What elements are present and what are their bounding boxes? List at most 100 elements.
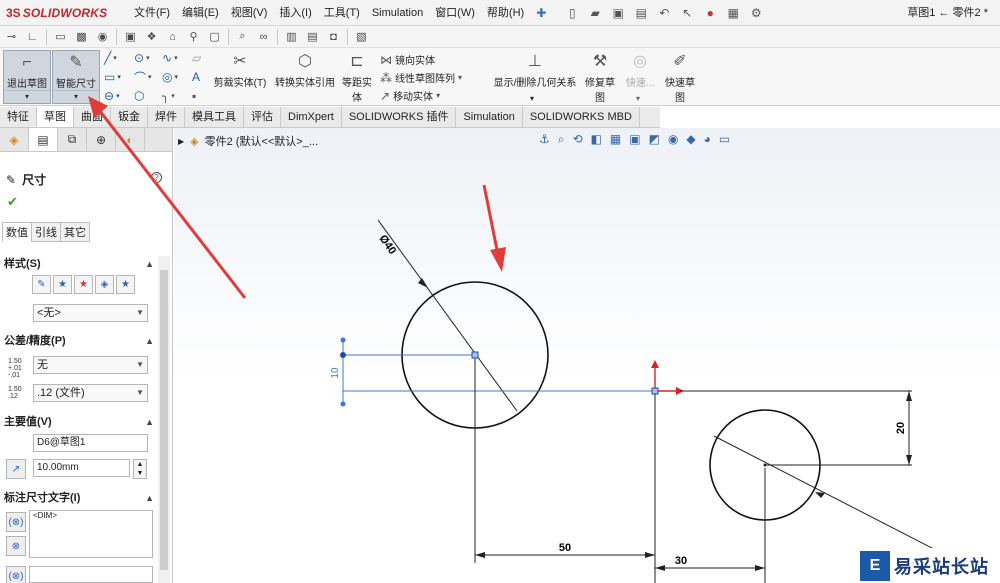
exit-sketch-button[interactable]: ⌐ 退出草图 ▾ xyxy=(3,50,51,104)
circle-tool[interactable]: ⊙ ▾ xyxy=(134,51,152,65)
convert-entities-button[interactable]: ⬡ 转换实体引用 xyxy=(272,50,338,104)
smart-dimension-button[interactable]: ✎ 智能尺寸 ▾ xyxy=(52,50,100,104)
arc-tool[interactable]: ⌒ ▾ xyxy=(134,70,152,85)
subtab-value[interactable]: 数值 xyxy=(2,222,32,242)
property-manager-tab-icon[interactable]: ▤ xyxy=(29,128,58,151)
reverse-direction-icon[interactable]: ↗ xyxy=(6,459,26,479)
menu-simulation[interactable]: Simulation xyxy=(366,0,429,26)
load-style-icon[interactable]: ★ xyxy=(116,275,135,294)
dimension-text-group-header[interactable]: 标注尺寸文字(I) ▲ xyxy=(0,490,158,506)
primary-value-group-header[interactable]: 主要值(V) ▲ xyxy=(0,414,158,430)
text-position-icon[interactable]: (⊗) xyxy=(6,512,26,532)
trim-entities-button[interactable]: ✂ 剪裁实体(T) xyxy=(213,50,267,104)
polygon-tool[interactable]: ⬡ xyxy=(134,89,152,103)
display-manager-tab-icon[interactable]: ◐ xyxy=(116,128,145,151)
plane-tool[interactable]: ▱ xyxy=(192,51,201,65)
fillet-tool[interactable]: ╮ ▾ xyxy=(162,89,178,103)
menu-help[interactable]: 帮助(H) xyxy=(481,0,530,26)
apply-default-style-icon[interactable]: ✎ xyxy=(32,275,51,294)
appearance-icon[interactable]: ◉ xyxy=(95,29,110,44)
dim-handle-top[interactable] xyxy=(340,352,346,358)
sketch-canvas[interactable]: Ø40 10 50 20 30 xyxy=(174,128,1000,583)
tab-simulation[interactable]: Simulation xyxy=(456,107,523,127)
undo-icon[interactable]: ↶ xyxy=(656,5,672,21)
menu-window[interactable]: 窗口(W) xyxy=(429,0,481,26)
tab-weldments[interactable]: 焊件 xyxy=(148,107,185,127)
dimxpert-manager-tab-icon[interactable]: ⊕ xyxy=(87,128,116,151)
menu-file[interactable]: 文件(F) xyxy=(128,0,176,26)
add-style-icon[interactable]: ★ xyxy=(53,275,72,294)
tab-sheet-metal[interactable]: 钣金 xyxy=(111,107,148,127)
tab-sketch[interactable]: 草图 xyxy=(37,107,74,127)
spreadsheet-icon[interactable]: ▥ xyxy=(284,29,299,44)
precision-select[interactable]: .12 (文件) ▼ xyxy=(33,384,148,402)
tolerance-group-header[interactable]: 公差/精度(P) ▲ xyxy=(0,333,158,349)
hat-icon[interactable]: ⌂ xyxy=(165,29,180,44)
diameter-dimension-text[interactable]: Ø40 xyxy=(377,233,399,257)
dim-handle-upper[interactable] xyxy=(340,337,346,343)
file-properties-icon[interactable]: ▦ xyxy=(725,5,741,21)
move-entities-button[interactable]: ↗ 移动实体 ▾ xyxy=(380,88,440,104)
property-manager-scrollbar[interactable] xyxy=(158,256,170,583)
relations-dropdown[interactable]: ▾ xyxy=(530,94,534,103)
repair-sketch-button[interactable]: ⚒ 修复草图 xyxy=(582,50,618,104)
delete-style-icon[interactable]: ★ xyxy=(74,275,93,294)
slot-tool[interactable]: ⊖ ▾ xyxy=(104,89,121,103)
menu-edit[interactable]: 编辑(E) xyxy=(176,0,225,26)
text-center-icon[interactable]: ⊗ xyxy=(6,536,26,556)
quick-snaps-button[interactable]: ◎ 快速... ▾ xyxy=(622,50,658,104)
menu-insert[interactable]: 插入(I) xyxy=(273,0,317,26)
dim-handle-lower[interactable] xyxy=(340,401,346,407)
rectangle-tool[interactable]: ▭ ▾ xyxy=(104,70,121,84)
help-icon[interactable]: ? xyxy=(151,172,162,183)
vertical-dimension-20-text[interactable]: 20 xyxy=(895,422,907,434)
search-icon[interactable]: ⌕ xyxy=(235,29,250,44)
box-icon[interactable]: ▢ xyxy=(207,29,222,44)
new-document-icon[interactable]: ▯ xyxy=(564,5,580,21)
linear-pattern-button[interactable]: ⁂ 线性草图阵列 ▾ xyxy=(380,70,462,86)
tab-surfaces[interactable]: 曲面 xyxy=(74,107,111,127)
configuration-manager-tab-icon[interactable]: ⧉ xyxy=(58,128,87,151)
quick-sketch-button[interactable]: ✐ 快速草图 xyxy=(662,50,698,104)
menu-tools[interactable]: 工具(T) xyxy=(318,0,366,26)
save-style-icon[interactable]: ◈ xyxy=(95,275,114,294)
location-icon[interactable]: ⚲ xyxy=(186,29,201,44)
save-icon[interactable]: ▣ xyxy=(610,5,626,21)
dimension-value-field[interactable]: 10.00mm xyxy=(33,459,130,477)
point-tool[interactable]: ▪ xyxy=(192,89,201,103)
offset-entities-button[interactable]: ⊏ 等距实体 xyxy=(340,50,374,104)
horizontal-dimension-30-text[interactable]: 30 xyxy=(675,555,687,567)
dimension-name-field[interactable]: D6@草图1 xyxy=(33,434,148,452)
tolerance-type-select[interactable]: 无 ▼ xyxy=(33,356,148,374)
spline-tool[interactable]: ∿ ▾ xyxy=(162,51,178,65)
display-relations-button[interactable]: ⊥ 显示/删除几何关系 ▾ xyxy=(490,50,580,104)
text-tool[interactable]: A xyxy=(192,70,201,84)
tab-dimxpert[interactable]: DimXpert xyxy=(281,107,342,127)
value-spinner[interactable]: ▲ ▼ xyxy=(133,459,147,479)
assembly-icon[interactable]: ▩ xyxy=(74,29,89,44)
dimension-text-line2[interactable] xyxy=(29,566,153,583)
tab-addins[interactable]: SOLIDWORKS 插件 xyxy=(342,107,457,127)
corner-tool-icon[interactable]: ∟ xyxy=(25,29,40,44)
tab-mold-tools[interactable]: 模具工具 xyxy=(185,107,244,127)
feature-manager-tab-icon[interactable]: ◈ xyxy=(0,128,29,151)
circle-center-point[interactable] xyxy=(471,351,479,359)
tab-features[interactable]: 特征 xyxy=(0,107,37,127)
tab-mbd[interactable]: SOLIDWORKS MBD xyxy=(523,107,640,127)
camera-icon[interactable]: ◘ xyxy=(326,29,341,44)
subtab-leaders[interactable]: 引线 xyxy=(31,222,61,242)
subtab-other[interactable]: 其它 xyxy=(60,222,90,242)
mirror-entities-button[interactable]: ⋈ 镜向实体 xyxy=(380,52,435,68)
pin-icon[interactable]: ✚ xyxy=(536,6,546,20)
notes-icon[interactable]: ▧ xyxy=(354,29,369,44)
rebuild-traffic-light-icon[interactable]: ● xyxy=(702,5,718,21)
display-icon[interactable]: ▭ xyxy=(53,29,68,44)
options-gear-icon[interactable]: ⚙ xyxy=(748,5,764,21)
part-icon[interactable]: ❖ xyxy=(144,29,159,44)
binoculars-icon[interactable]: ∞ xyxy=(256,29,271,44)
text-add-parentheses-icon[interactable]: (⊗) xyxy=(6,566,26,583)
ellipse-tool[interactable]: ◎ ▾ xyxy=(162,70,178,84)
graphics-area[interactable]: ▶ ◈ 零件2 (默认<<默认>_... ⚓ ⌕ ⟲ ◧ ▦ ▣ ◩ ◉ ◆ ◕… xyxy=(174,128,1000,583)
print-icon[interactable]: ▤ xyxy=(633,5,649,21)
style-select[interactable]: <无> ▼ xyxy=(33,304,148,322)
